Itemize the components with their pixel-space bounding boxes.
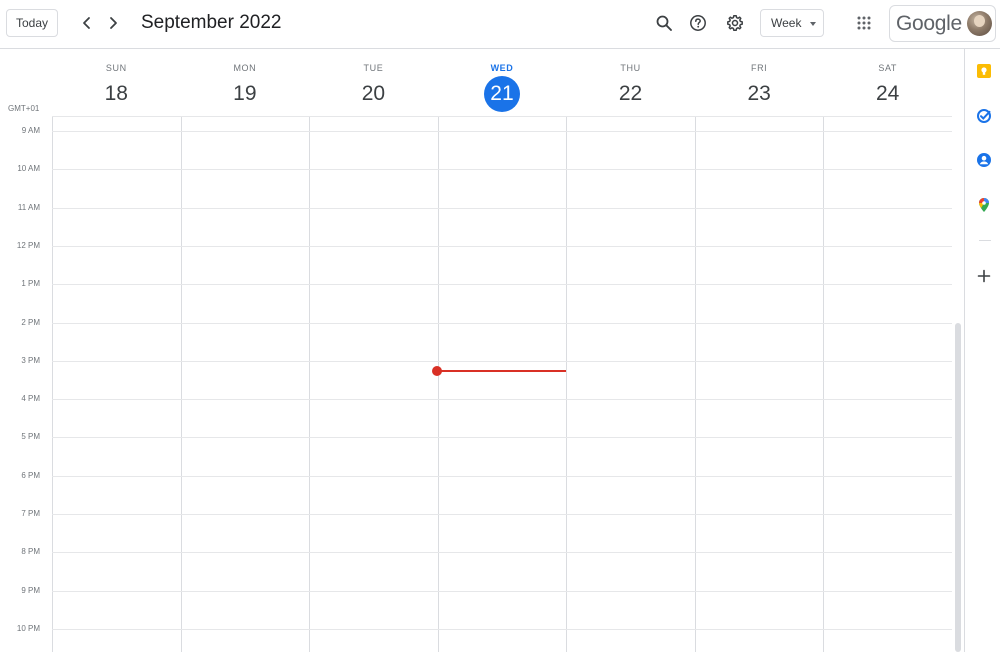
day-number[interactable]: 21 — [483, 76, 520, 112]
contacts-icon — [977, 153, 991, 167]
week-grid[interactable]: 9 AM 10 AM 11 AM 12 PM 1 PM 2 PM 3 PM 4 PM 5 PM 6… — [0, 117, 952, 652]
hour-gridline — [52, 514, 952, 515]
keep-button[interactable] — [976, 63, 992, 79]
day-number[interactable]: 18 — [98, 76, 134, 112]
calendar-app: Today September 2022 Week Google SUN 18 … — [0, 0, 1000, 652]
day-header-fri[interactable]: FRI 23 — [695, 49, 824, 117]
page-title: September 2022 — [141, 12, 282, 33]
day-name: TUE — [363, 63, 384, 73]
current-time-line — [437, 370, 566, 372]
time-label: 8 PM — [21, 547, 40, 557]
day-name: FRI — [750, 63, 768, 73]
day-header-tue[interactable]: TUE 20 — [309, 49, 438, 117]
day-column-divider — [694, 117, 696, 652]
view-selector[interactable]: Week — [760, 9, 824, 37]
contacts-button[interactable] — [976, 152, 992, 168]
apps-button[interactable] — [852, 11, 876, 35]
time-label: 6 PM — [21, 470, 40, 480]
chevron-right-icon — [110, 17, 117, 29]
time-label: 10 PM — [16, 623, 40, 633]
avatar[interactable] — [967, 11, 992, 36]
add-button[interactable] — [976, 268, 992, 284]
hour-gridline — [52, 628, 952, 630]
time-label: 5 PM — [21, 432, 40, 442]
day-column-divider — [309, 117, 311, 652]
time-label: 12 PM — [16, 240, 40, 250]
hour-gridline — [52, 207, 952, 209]
hour-gridline — [52, 590, 952, 592]
day-header-thu[interactable]: THU 22 — [566, 49, 695, 117]
search-button[interactable] — [652, 11, 676, 35]
day-header-sun[interactable]: SUN 18 — [52, 49, 181, 117]
top-bar: Today September 2022 Week Google — [0, 0, 1000, 49]
caret-down-icon — [810, 22, 816, 26]
hour-gridline — [52, 322, 952, 324]
help-button[interactable] — [686, 11, 710, 35]
next-week-button[interactable] — [101, 11, 125, 35]
hour-gridline — [52, 552, 952, 554]
day-number[interactable]: 22 — [613, 76, 649, 112]
google-logo: Google — [896, 12, 962, 35]
time-label: 3 PM — [21, 355, 40, 365]
day-number[interactable]: 20 — [355, 76, 391, 112]
apps-grid-icon — [857, 16, 871, 30]
add-icon — [977, 269, 991, 283]
time-label: 4 PM — [21, 394, 40, 404]
current-time-dot — [432, 366, 442, 376]
timezone-label: GMT+01 — [8, 104, 40, 113]
divider — [979, 240, 991, 241]
day-number[interactable]: 19 — [227, 76, 263, 112]
time-label: 9 AM — [21, 126, 40, 135]
hour-gridline — [52, 169, 952, 171]
keep-icon — [977, 64, 991, 78]
day-number[interactable]: 23 — [741, 76, 777, 112]
tasks-button[interactable] — [976, 108, 992, 124]
day-header-mon[interactable]: MON 19 — [181, 49, 310, 117]
hour-gridline — [52, 245, 952, 247]
time-label: 7 PM — [21, 509, 40, 518]
time-label: 10 AM — [17, 164, 40, 174]
day-number[interactable]: 24 — [870, 76, 906, 112]
search-icon — [656, 15, 672, 31]
time-label: 2 PM — [21, 317, 40, 327]
time-label: 11 AM — [17, 202, 40, 212]
today-button[interactable]: Today — [6, 9, 58, 37]
settings-button[interactable] — [723, 11, 747, 35]
gear-icon — [727, 15, 743, 31]
view-selector-label: Week — [771, 16, 802, 30]
time-label: 9 PM — [21, 585, 40, 595]
scrollbar-thumb[interactable] — [955, 323, 961, 652]
maps-button[interactable] — [976, 197, 992, 213]
day-column-divider — [52, 117, 53, 652]
tasks-icon — [977, 109, 991, 123]
hour-gridline — [52, 475, 952, 477]
hour-gridline — [52, 131, 952, 132]
time-label: 1 PM — [21, 279, 40, 289]
side-panel — [964, 49, 1000, 652]
day-column-divider — [180, 117, 182, 652]
day-header-wed[interactable]: WED 21 — [438, 49, 567, 117]
hour-gridline — [52, 360, 952, 362]
maps-icon — [979, 198, 989, 212]
previous-week-button[interactable] — [75, 11, 99, 35]
day-name: SAT — [878, 63, 897, 73]
help-icon — [690, 15, 706, 31]
hour-gridline — [52, 399, 952, 401]
hour-gridline — [52, 284, 952, 286]
week-day-header: SUN 18 MON 19 TUE 20 WED 21 THU 22 FRI 23 SAT 24 — [0, 49, 964, 117]
day-name: WED — [490, 63, 514, 73]
day-name: SUN — [105, 63, 127, 73]
day-column-divider — [823, 117, 825, 652]
day-name: MON — [233, 63, 257, 73]
day-header-sat[interactable]: SAT 24 — [823, 49, 952, 117]
hour-gridline — [52, 437, 952, 439]
account-switcher[interactable]: Google — [889, 5, 996, 42]
day-column-divider — [566, 117, 568, 652]
day-name: THU — [620, 63, 641, 73]
day-column-divider — [437, 117, 439, 652]
chevron-left-icon — [83, 17, 90, 29]
